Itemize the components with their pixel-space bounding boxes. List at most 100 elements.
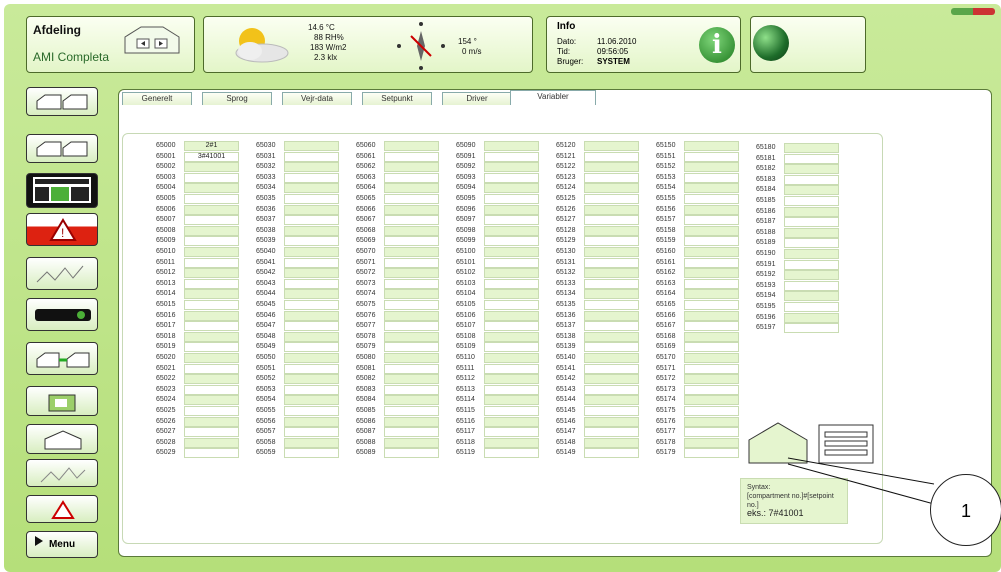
variable-field[interactable]: [484, 141, 539, 151]
variable-field[interactable]: [684, 342, 739, 353]
variable-field[interactable]: [384, 374, 439, 385]
variable-field[interactable]: [384, 151, 439, 162]
variable-field[interactable]: [684, 384, 739, 395]
variable-field[interactable]: [284, 151, 339, 162]
variable-field[interactable]: [284, 215, 339, 226]
variable-field[interactable]: [584, 289, 639, 300]
variable-field[interactable]: [584, 363, 639, 374]
variable-field[interactable]: [184, 257, 239, 268]
variable-field[interactable]: [484, 215, 539, 226]
variable-field[interactable]: [584, 278, 639, 289]
variable-field[interactable]: [384, 321, 439, 332]
variable-field[interactable]: [184, 363, 239, 374]
variable-field[interactable]: [184, 278, 239, 289]
variable-field[interactable]: [784, 196, 839, 206]
variable-field[interactable]: [384, 353, 439, 363]
variable-field[interactable]: [284, 278, 339, 289]
variable-field[interactable]: [684, 278, 739, 289]
variable-field[interactable]: [384, 215, 439, 226]
variable-field[interactable]: [184, 194, 239, 204]
variable-field[interactable]: [184, 331, 239, 342]
variable-field[interactable]: [584, 268, 639, 279]
variable-field[interactable]: [584, 406, 639, 416]
variable-field[interactable]: [584, 374, 639, 385]
variable-field[interactable]: [584, 427, 639, 438]
variable-field[interactable]: [384, 247, 439, 257]
variable-field[interactable]: [484, 268, 539, 279]
variable-field[interactable]: [684, 300, 739, 310]
variable-field[interactable]: [284, 247, 339, 257]
sidebar-graph-button[interactable]: [26, 257, 98, 290]
variable-field[interactable]: [284, 374, 339, 385]
variable-field[interactable]: [284, 257, 339, 268]
info-icon[interactable]: i: [699, 27, 735, 63]
variable-field[interactable]: [384, 300, 439, 310]
variable-field[interactable]: [684, 374, 739, 385]
tab-driver[interactable]: Driver: [442, 92, 512, 105]
sidebar-files-button[interactable]: [26, 386, 98, 416]
variable-field[interactable]: [484, 225, 539, 236]
variable-field[interactable]: [684, 236, 739, 247]
variable-field[interactable]: [784, 302, 839, 312]
variable-field[interactable]: [284, 416, 339, 427]
variable-field[interactable]: [284, 141, 339, 151]
variable-field[interactable]: [184, 215, 239, 226]
variable-field[interactable]: [384, 268, 439, 279]
variable-field[interactable]: [184, 437, 239, 448]
variable-field[interactable]: [384, 194, 439, 204]
variable-field[interactable]: [284, 300, 339, 310]
variable-field[interactable]: 3#41001: [184, 151, 239, 162]
variable-field[interactable]: [584, 247, 639, 257]
variable-field[interactable]: [384, 225, 439, 236]
variable-field[interactable]: [784, 153, 839, 164]
variable-field[interactable]: [184, 289, 239, 300]
variable-field[interactable]: [384, 416, 439, 427]
variable-field[interactable]: [784, 291, 839, 302]
variable-field[interactable]: [484, 437, 539, 448]
variable-field[interactable]: [484, 257, 539, 268]
variable-field[interactable]: [684, 162, 739, 173]
variable-field[interactable]: [484, 162, 539, 173]
variable-field[interactable]: [184, 225, 239, 236]
variable-field[interactable]: [484, 416, 539, 427]
variable-field[interactable]: [284, 437, 339, 448]
variable-field[interactable]: [684, 141, 739, 151]
variable-field[interactable]: [284, 162, 339, 173]
variable-field[interactable]: [284, 342, 339, 353]
variable-field[interactable]: [484, 395, 539, 406]
variable-field[interactable]: [684, 437, 739, 448]
variable-field[interactable]: [584, 151, 639, 162]
variable-field[interactable]: [484, 363, 539, 374]
variable-field[interactable]: [684, 331, 739, 342]
variable-field[interactable]: [584, 236, 639, 247]
variable-field[interactable]: [784, 323, 839, 334]
variable-field[interactable]: [484, 374, 539, 385]
variable-field[interactable]: [384, 448, 439, 459]
variable-field[interactable]: [584, 416, 639, 427]
variable-field[interactable]: [284, 427, 339, 438]
variable-field[interactable]: [484, 151, 539, 162]
variable-field[interactable]: [384, 331, 439, 342]
variable-field[interactable]: [484, 236, 539, 247]
sidebar-transfer-button[interactable]: [26, 342, 98, 375]
variable-field[interactable]: [684, 363, 739, 374]
variable-field[interactable]: [284, 194, 339, 204]
variable-field[interactable]: [784, 206, 839, 217]
variable-field[interactable]: [784, 227, 839, 238]
variable-field[interactable]: [484, 300, 539, 310]
variable-field[interactable]: [584, 342, 639, 353]
variable-field[interactable]: [584, 141, 639, 151]
variable-field[interactable]: [484, 289, 539, 300]
variable-field[interactable]: [384, 363, 439, 374]
variable-field[interactable]: [384, 310, 439, 321]
variable-field[interactable]: [384, 236, 439, 247]
variable-field[interactable]: [384, 204, 439, 215]
variable-field[interactable]: [184, 247, 239, 257]
variable-field[interactable]: [484, 247, 539, 257]
sidebar-compartments-button[interactable]: [26, 134, 98, 163]
variable-field[interactable]: [384, 172, 439, 183]
tab-setpunkt[interactable]: Setpunkt: [362, 92, 432, 105]
variable-field[interactable]: [284, 236, 339, 247]
variable-field[interactable]: [484, 331, 539, 342]
variable-field[interactable]: [384, 162, 439, 173]
